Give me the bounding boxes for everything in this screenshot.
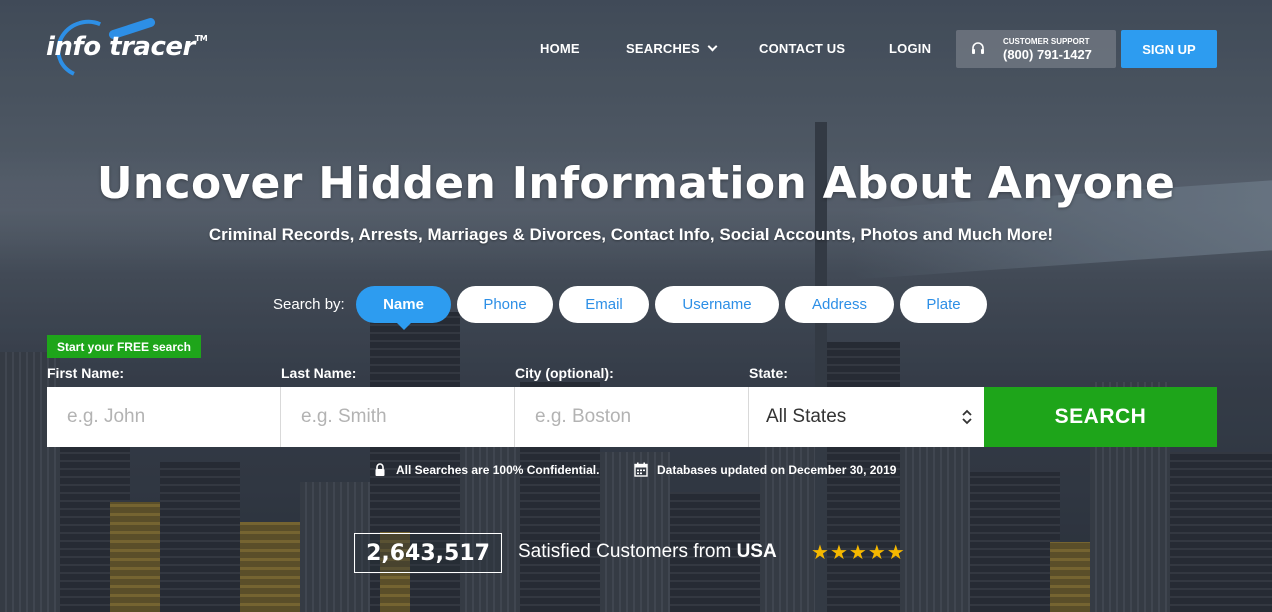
tab-address[interactable]: Address (785, 286, 894, 323)
lock-icon (375, 463, 385, 476)
confidential-note: All Searches are 100% Confidential. (396, 463, 600, 477)
database-updated-note: Databases updated on December 30, 2019 (657, 463, 897, 477)
star-icon: ★ (848, 540, 867, 564)
stats-country: USA (736, 541, 777, 562)
last-name-label: Last Name: (281, 365, 357, 381)
site-header: info tracerTM HOME SEARCHES CONTACT US L… (0, 0, 1272, 100)
nav-searches-label: SEARCHES (626, 41, 700, 56)
star-icon: ★ (886, 540, 905, 564)
customer-stats: 2,643,517 Satisfied Customers from USA ★… (0, 533, 1272, 573)
tab-email[interactable]: Email (559, 286, 649, 323)
nav-contact-us[interactable]: CONTACT US (759, 41, 845, 56)
search-notes: All Searches are 100% Confidential. Data… (0, 461, 1272, 481)
state-select[interactable]: All States (749, 387, 984, 447)
city-label: City (optional): (515, 365, 614, 381)
search-button[interactable]: SEARCH (984, 387, 1217, 447)
headset-icon (972, 42, 984, 54)
tab-username[interactable]: Username (655, 286, 779, 323)
customer-support-box[interactable]: CUSTOMER SUPPORT (800) 791-1427 (956, 30, 1116, 68)
star-icon: ★ (811, 540, 829, 564)
calendar-icon (634, 462, 648, 477)
hero-subtitle: Criminal Records, Arrests, Marriages & D… (208, 225, 1054, 244)
search-by-label: Search by: (273, 296, 345, 313)
star-icon: ★ (867, 540, 886, 564)
rating-stars: ★★★★★ (811, 542, 906, 562)
support-phone: (800) 791-1427 (1003, 47, 1092, 62)
stats-text: Satisfied Customers from (518, 541, 737, 562)
last-name-input[interactable] (281, 387, 515, 447)
star-icon: ★ (829, 540, 848, 564)
free-search-badge: Start your FREE search (47, 335, 201, 358)
city-input[interactable] (515, 387, 749, 447)
chevron-down-icon (707, 41, 718, 52)
support-label: CUSTOMER SUPPORT (1003, 37, 1090, 46)
first-name-input[interactable] (47, 387, 281, 447)
search-form: All States SEARCH (47, 387, 1217, 447)
nav-home[interactable]: HOME (540, 41, 580, 56)
first-name-label: First Name: (47, 365, 125, 381)
tab-name[interactable]: Name (356, 286, 451, 330)
search-by-tabs: Search by: Name Phone Email Username Add… (0, 286, 1272, 330)
customer-counter: 2,643,517 (354, 533, 502, 573)
state-selected-value: All States (766, 406, 847, 427)
tab-phone[interactable]: Phone (457, 286, 553, 323)
select-arrows-icon (962, 409, 972, 425)
nav-login[interactable]: LOGIN (889, 41, 931, 56)
sign-up-button[interactable]: SIGN UP (1121, 30, 1217, 68)
main-nav: HOME SEARCHES CONTACT US LOGIN CUSTOMER … (0, 30, 1272, 68)
nav-searches[interactable]: SEARCHES (626, 41, 718, 56)
tab-plate[interactable]: Plate (900, 286, 987, 323)
state-label: State: (749, 365, 788, 381)
hero-title: Uncover Hidden Information About Anyone (96, 158, 1176, 209)
